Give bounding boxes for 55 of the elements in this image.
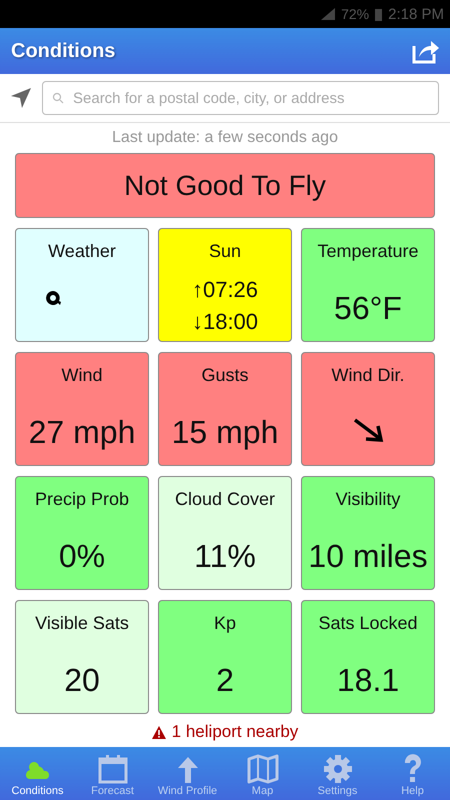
sunrise-time: ↑07:26: [192, 276, 258, 304]
tile-value: 56°F: [334, 290, 402, 327]
up-arrow-icon: [176, 756, 200, 784]
tile-label: Kp: [214, 613, 236, 634]
tile-value: 0%: [58, 538, 106, 575]
warning-icon: [152, 726, 166, 738]
clock-time: 2:18 PM: [388, 6, 444, 22]
nav-tab[interactable]: Conditions: [0, 747, 75, 800]
search-icon: [52, 92, 64, 104]
tile-label: Visible Sats: [35, 613, 129, 634]
sunset-time: ↓18:00: [192, 308, 258, 336]
weather-icon: [45, 290, 61, 306]
calendar-icon: [96, 754, 128, 784]
tile-label: Visibility: [336, 489, 400, 510]
tile-label: Temperature: [317, 241, 419, 262]
condition-tile[interactable]: Temperature 56°F: [301, 228, 435, 342]
condition-tile[interactable]: Wind 27 mph: [15, 352, 149, 466]
condition-tile[interactable]: Visible Sats 20: [15, 600, 149, 714]
tile-label: Wind Dir.: [331, 365, 404, 386]
condition-tile[interactable]: Visibility 10 miles: [301, 476, 435, 590]
tile-value: 10 miles: [308, 538, 428, 575]
heliport-alert[interactable]: 1 heliport nearby: [172, 722, 298, 742]
location-arrow-icon[interactable]: [10, 87, 32, 109]
condition-tile[interactable]: Precip Prob 0%: [15, 476, 149, 590]
battery-icon: [375, 8, 382, 20]
tile-value: 18.1: [336, 662, 400, 699]
tile-value: 20: [64, 662, 100, 699]
tile-value: 11%: [194, 538, 256, 575]
tile-value: 27 mph: [28, 414, 136, 451]
tile-value: 2: [216, 662, 234, 699]
condition-tile[interactable]: Gusts 15 mph: [158, 352, 292, 466]
tile-label: Cloud Cover: [174, 489, 276, 510]
search-field[interactable]: Search for a postal code, city, or address: [42, 81, 439, 115]
condition-tile[interactable]: Kp 2: [158, 600, 292, 714]
condition-tile[interactable]: Weather: [15, 228, 149, 342]
map-icon: [246, 754, 278, 784]
last-update-text: Last update: a few seconds ago: [111, 129, 339, 147]
tile-label: Sun: [208, 241, 242, 262]
condition-tile[interactable]: Wind Dir.: [301, 352, 435, 466]
tile-label: Gusts: [201, 365, 248, 386]
verdict-banner: Not Good To Fly: [15, 153, 435, 218]
tile-label: Weather: [48, 241, 116, 262]
tile-label: Sats Locked: [318, 613, 418, 634]
tile-value: 15 mph: [172, 414, 278, 451]
share-icon[interactable]: [412, 38, 440, 64]
condition-tile[interactable]: Sats Locked 18.1: [301, 600, 435, 714]
condition-tile[interactable]: Cloud Cover 11%: [158, 476, 292, 590]
tile-label: Precip Prob: [34, 489, 130, 510]
battery-percent: 72%: [341, 6, 370, 22]
signal-icon: [321, 8, 336, 20]
condition-tile[interactable]: Sun ↑07:26 ↓18:00: [158, 228, 292, 342]
arrow-icon: [352, 417, 384, 443]
settings-icon: [322, 754, 352, 784]
tile-label: Wind: [61, 365, 102, 386]
screen-title: Conditions: [11, 40, 116, 62]
